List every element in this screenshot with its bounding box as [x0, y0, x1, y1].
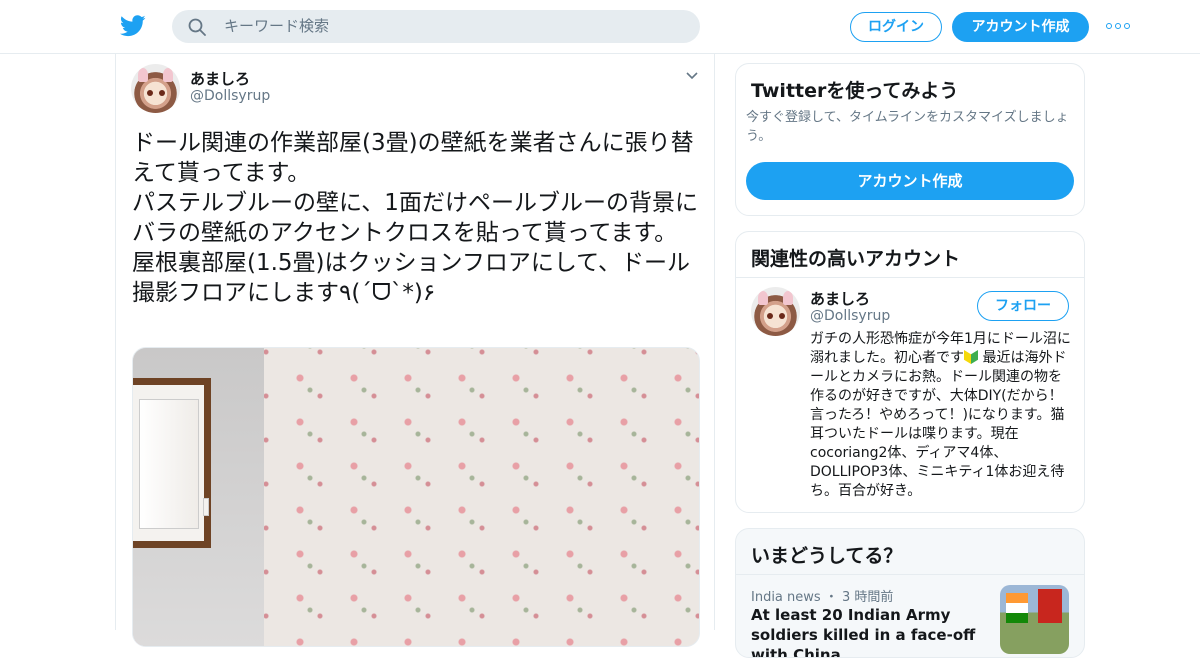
create-account-button[interactable]: アカウント作成	[746, 162, 1074, 200]
tweet-author-name[interactable]: あましろ	[190, 68, 250, 89]
chevron-down-icon[interactable]	[684, 68, 700, 82]
signup-card-subtitle: 今すぐ登録して、タイムラインをカスタマイズしましょう。	[746, 110, 1069, 144]
related-accounts-title: 関連性の高いアカウント	[751, 248, 961, 270]
related-account-name[interactable]: あましろ	[810, 288, 870, 309]
red-flag-icon	[1038, 589, 1062, 623]
photo-window-pane	[139, 399, 199, 529]
signup-button[interactable]: アカウント作成	[952, 12, 1089, 42]
trend-time: 3 時間前	[841, 590, 894, 605]
tweet-author-handle[interactable]: @Dollsyrup	[190, 88, 270, 104]
trend-meta: India news ・ 3 時間前	[751, 586, 893, 605]
search-bar[interactable]: キーワード検索	[172, 10, 700, 43]
trend-separator: ・	[824, 590, 838, 605]
trends-title: いまどうしてる？	[751, 545, 903, 567]
signup-card-title: Twitterを使ってみよう	[751, 80, 959, 102]
search-input[interactable]: キーワード検索	[224, 18, 329, 35]
trend-headline[interactable]: At least 20 Indian Army soldiers killed …	[751, 605, 991, 657]
login-button[interactable]: ログイン	[850, 12, 942, 42]
india-flag-icon	[1006, 593, 1028, 623]
tweet-photo[interactable]	[132, 347, 700, 647]
tweet-card: あましろ @Dollsyrup ドール関連の作業部屋(3畳)の壁紙を業者さんに張…	[115, 54, 715, 647]
signup-card: Twitterを使ってみよう 今すぐ登録して、タイムラインをカスタマイズしましょ…	[735, 63, 1085, 216]
photo-window	[133, 378, 211, 548]
trend-thumbnail[interactable]	[1000, 585, 1069, 654]
top-navigation-bar: キーワード検索 ログイン アカウント作成	[0, 0, 1200, 54]
tweet-text: ドール関連の作業部屋(3畳)の壁紙を業者さんに張り替えて貰ってます。 パステルブ…	[132, 130, 698, 306]
trends-card: いまどうしてる？ India news ・ 3 時間前 At least 20 …	[735, 528, 1085, 658]
photo-window-latch	[203, 498, 209, 516]
tweet-author-avatar[interactable]	[131, 64, 180, 113]
related-accounts-card: 関連性の高いアカウント あましろ @Dollsyrup フォロー ガチの人形恐怖…	[735, 231, 1085, 513]
related-account-bio: ガチの人形恐怖症が今年1月にドール沼に溺れました。初心者です 最近は海外ドールと…	[810, 330, 1072, 501]
divider	[736, 574, 1084, 575]
related-account-handle[interactable]: @Dollsyrup	[810, 308, 890, 324]
follow-button[interactable]: フォロー	[977, 291, 1069, 321]
related-account-avatar[interactable]	[751, 287, 800, 336]
beginner-mark-icon	[964, 350, 978, 364]
trend-source: India news	[751, 590, 821, 605]
divider	[736, 277, 1084, 278]
search-icon	[188, 18, 206, 36]
bio-text-end: 最近は海外ドールとカメラにお熱。ドール関連の物を作るのが好きですが、大体DIY(…	[810, 350, 1067, 499]
more-options-icon[interactable]	[1106, 18, 1132, 34]
twitter-bird-icon[interactable]	[120, 14, 146, 38]
